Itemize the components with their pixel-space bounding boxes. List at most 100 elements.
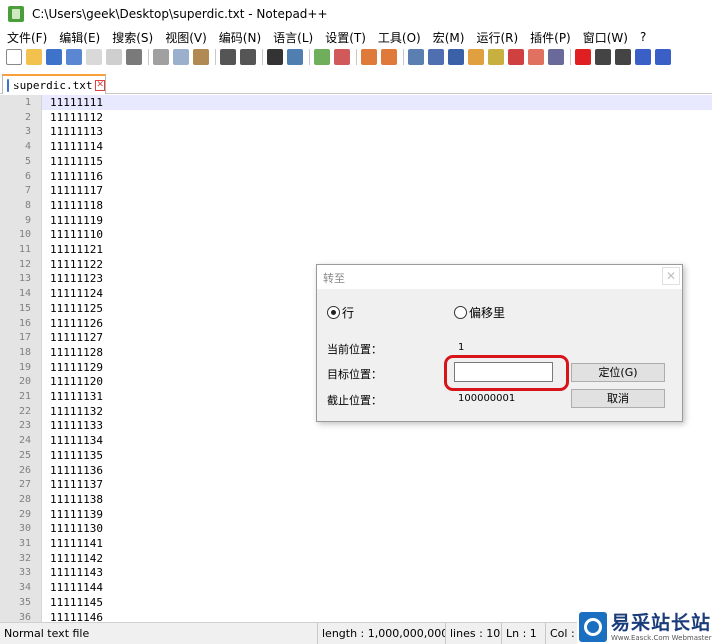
save-macro-icon[interactable] <box>655 49 671 65</box>
line-number: 20 <box>18 376 31 388</box>
line-text: 11111136 <box>50 463 103 477</box>
show-all-chars-icon[interactable] <box>428 49 444 65</box>
line-number: 29 <box>18 508 31 520</box>
menu-item-1[interactable]: 编辑(E) <box>53 29 106 46</box>
radio-line-option[interactable]: 行 <box>327 304 354 321</box>
status-lines: lines : 10( <box>446 622 502 644</box>
editor-line[interactable]: 11 11111121 <box>0 242 712 257</box>
menu-item-7[interactable]: 工具(O) <box>372 29 427 46</box>
cut-icon[interactable] <box>153 49 169 65</box>
editor-line[interactable]: 33 11111143 <box>0 565 712 580</box>
line-number: 30 <box>18 523 31 535</box>
line-text: 11111118 <box>50 198 103 212</box>
editor-line[interactable]: 7 11111117 <box>0 183 712 198</box>
menu-item-8[interactable]: 宏(M) <box>427 29 471 46</box>
radio-line[interactable] <box>327 306 340 319</box>
run-macro-multiple-icon[interactable] <box>635 49 651 65</box>
editor-line[interactable]: 1 11111111 <box>0 95 712 110</box>
folder-workspace-icon[interactable] <box>528 49 544 65</box>
editor-line[interactable]: 26 11111136 <box>0 463 712 478</box>
user-lang-icon[interactable] <box>468 49 484 65</box>
close-icon[interactable] <box>86 49 102 65</box>
find-icon[interactable] <box>267 49 283 65</box>
line-number: 32 <box>18 552 31 564</box>
watermark-logo-icon <box>579 612 607 642</box>
redo-icon[interactable] <box>240 49 256 65</box>
play-macro-icon[interactable] <box>615 49 631 65</box>
menu-bar: 文件(F) 编辑(E) 搜索(S) 视图(V) 编码(N) 语言(L) 设置(T) 工具(O)… <box>0 28 712 46</box>
editor-line[interactable]: 6 11111116 <box>0 169 712 184</box>
editor-line[interactable]: 35 11111145 <box>0 595 712 610</box>
menu-item-6[interactable]: 设置(T) <box>319 29 372 46</box>
editor-line[interactable]: 31 11111141 <box>0 536 712 551</box>
menu-item-12[interactable]: ? <box>634 30 652 44</box>
undo-icon[interactable] <box>220 49 236 65</box>
watermark-title: 易采站长站 <box>611 611 712 634</box>
paste-icon[interactable] <box>193 49 209 65</box>
editor-line[interactable]: 5 11111115 <box>0 154 712 169</box>
save-icon[interactable] <box>46 49 62 65</box>
record-macro-icon[interactable] <box>575 49 591 65</box>
line-text: 11111112 <box>50 110 103 124</box>
editor-line[interactable]: 8 11111118 <box>0 198 712 213</box>
go-button[interactable]: 定位(G) <box>571 363 665 382</box>
radio-offset[interactable] <box>454 306 467 319</box>
menu-item-2[interactable]: 搜索(S) <box>106 29 159 46</box>
line-number: 33 <box>18 567 31 579</box>
radio-offset-option[interactable]: 偏移里 <box>454 304 505 321</box>
line-text: 11111122 <box>50 257 103 271</box>
editor-line[interactable]: 9 11111119 <box>0 213 712 228</box>
print-icon[interactable] <box>126 49 142 65</box>
line-number: 10 <box>18 229 31 241</box>
editor-line[interactable]: 32 11111142 <box>0 551 712 566</box>
function-list-icon[interactable] <box>508 49 524 65</box>
editor-line[interactable]: 24 11111134 <box>0 433 712 448</box>
line-number: 3 <box>24 126 31 138</box>
line-number: 26 <box>18 464 31 476</box>
dialog-close-icon[interactable]: ✕ <box>662 267 680 285</box>
editor-line[interactable]: 2 11111112 <box>0 110 712 125</box>
monitoring-icon[interactable] <box>548 49 564 65</box>
editor-line[interactable]: 30 11111130 <box>0 521 712 536</box>
editor-line[interactable]: 4 11111114 <box>0 139 712 154</box>
tab-close-icon[interactable]: ✕ <box>95 79 105 91</box>
replace-icon[interactable] <box>287 49 303 65</box>
menu-item-5[interactable]: 语言(L) <box>267 29 319 46</box>
save-all-icon[interactable] <box>66 49 82 65</box>
line-number: 16 <box>18 317 31 329</box>
new-file-icon[interactable] <box>6 49 22 65</box>
cancel-button[interactable]: 取消 <box>571 389 665 408</box>
editor-line[interactable]: 29 11111139 <box>0 507 712 522</box>
line-text: 11111111 <box>50 96 103 109</box>
menu-item-10[interactable]: 插件(P) <box>524 29 577 46</box>
zoom-in-icon[interactable] <box>314 49 330 65</box>
line-text: 11111139 <box>50 507 103 521</box>
line-number: 18 <box>18 346 31 358</box>
doc-map-icon[interactable] <box>488 49 504 65</box>
editor-line[interactable]: 25 11111135 <box>0 448 712 463</box>
menu-item-3[interactable]: 视图(V) <box>159 29 213 46</box>
sync-vertical-icon[interactable] <box>361 49 377 65</box>
toolbar-separator <box>215 49 216 65</box>
menu-item-11[interactable]: 窗口(W) <box>577 29 634 46</box>
copy-icon[interactable] <box>173 49 189 65</box>
line-number: 6 <box>24 170 31 182</box>
indent-guide-icon[interactable] <box>448 49 464 65</box>
editor-line[interactable]: 3 11111113 <box>0 124 712 139</box>
sync-horizontal-icon[interactable] <box>381 49 397 65</box>
line-text: 11111128 <box>50 345 103 359</box>
menu-item-0[interactable]: 文件(F) <box>0 29 53 46</box>
stop-macro-icon[interactable] <box>595 49 611 65</box>
editor-line[interactable]: 27 11111137 <box>0 477 712 492</box>
zoom-out-icon[interactable] <box>334 49 350 65</box>
menu-item-9[interactable]: 运行(R) <box>470 29 524 46</box>
tab-superdic[interactable]: superdic.txt ✕ <box>2 74 106 94</box>
radio-line-label: 行 <box>342 306 355 320</box>
editor-line[interactable]: 28 11111138 <box>0 492 712 507</box>
close-all-icon[interactable] <box>106 49 122 65</box>
editor-line[interactable]: 10 11111110 <box>0 227 712 242</box>
menu-item-4[interactable]: 编码(N) <box>213 29 267 46</box>
open-file-icon[interactable] <box>26 49 42 65</box>
word-wrap-icon[interactable] <box>408 49 424 65</box>
editor-line[interactable]: 34 11111144 <box>0 580 712 595</box>
